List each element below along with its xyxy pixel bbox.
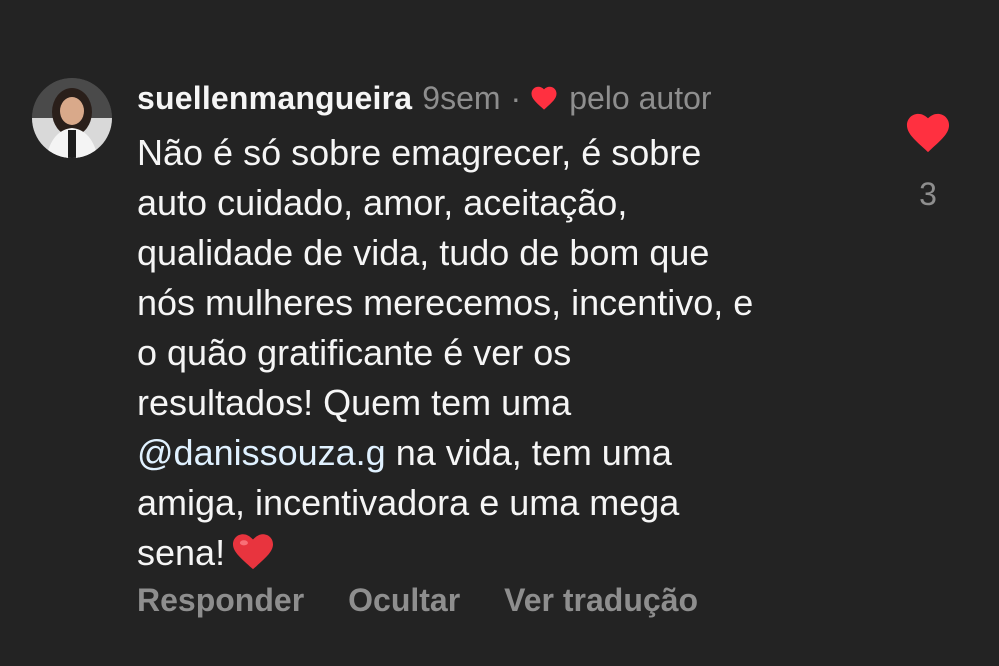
avatar-image [32,78,112,158]
comment-text-line: amiga, incentivadora e uma mega [137,482,680,523]
see-translation-button[interactable]: Ver tradução [504,582,698,619]
comment-text-line: sena! [137,532,226,573]
heart-icon [906,113,950,153]
username[interactable]: suellenmangueira [137,80,412,117]
hide-button[interactable]: Ocultar [348,582,460,619]
avatar[interactable] [32,78,112,158]
comment-text-line: auto cuidado, amor, aceitação, [137,182,628,223]
comment-text-line: o quão gratificante é ver os [137,332,572,373]
like-count: 3 [919,176,937,212]
comment-actions: Responder Ocultar Ver tradução [137,582,698,619]
comment-text-fragment: na vida, tem uma [385,432,672,473]
mention-link[interactable]: @danissouza.g [137,432,386,473]
liked-by-author-label: pelo autor [569,79,712,116]
comment-header: suellenmangueira 9sem · pelo autor [137,78,712,118]
like-button[interactable] [905,110,951,154]
comment-text-line: nós mulheres merecemos, incentivo, e [137,282,754,323]
comment-text-line: qualidade de vida, tudo de bom que [137,232,710,273]
reply-button[interactable]: Responder [137,582,304,619]
comment-text-line: resultados! Quem tem uma [137,382,572,423]
heart-icon [529,83,559,113]
heart-emoji-icon [231,531,275,571]
comment-text-line: Não é só sobre emagrecer, é sobre [137,132,702,173]
separator-dot: · [510,79,522,116]
comment-text: Não é só sobre emagrecer, é sobre auto c… [137,128,877,578]
comment: suellenmangueira 9sem · pelo autor Não é… [0,0,999,666]
timestamp: 9sem [422,79,501,116]
